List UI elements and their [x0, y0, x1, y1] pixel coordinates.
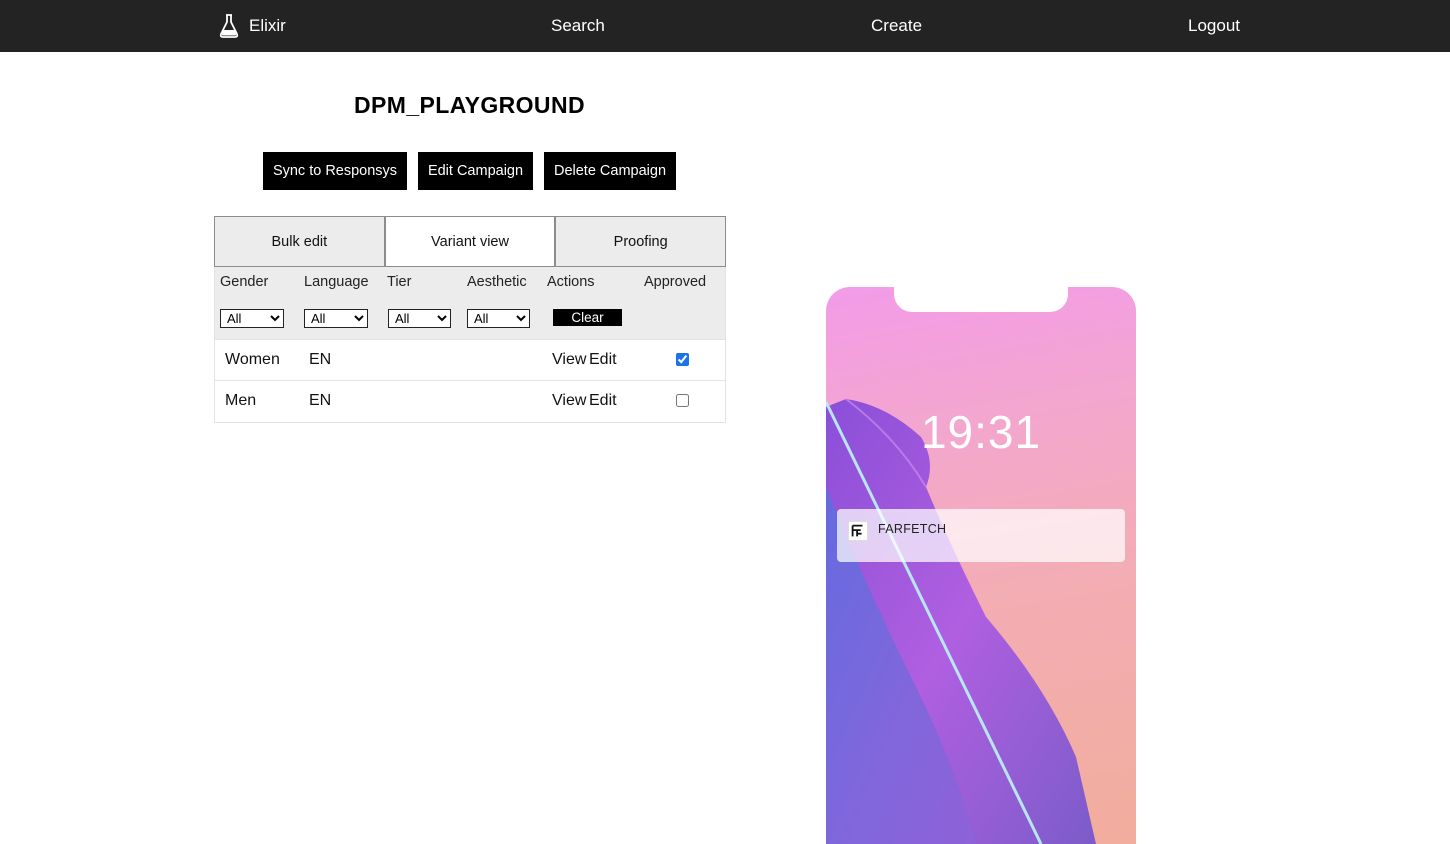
row-gender: Women	[225, 351, 280, 368]
phone-notch	[894, 287, 1068, 312]
edit-campaign-button[interactable]: Edit Campaign	[418, 152, 533, 190]
nav-create-link[interactable]: Create	[871, 0, 922, 52]
edit-link[interactable]: Edit	[589, 340, 617, 380]
row-gender: Men	[225, 392, 257, 409]
column-header-tier: Tier	[387, 274, 412, 290]
phone-preview: 19:31 FARFETCH	[826, 287, 1136, 844]
view-link[interactable]: View	[552, 381, 586, 421]
flask-icon	[219, 14, 239, 38]
brand-link[interactable]: Elixir	[219, 0, 286, 52]
view-tabs: Bulk edit Variant view Proofing	[214, 216, 727, 267]
filter-header: Gender Language Tier Aesthetic Actions A…	[214, 267, 726, 339]
table-row: Women EN View Edit	[214, 339, 726, 381]
table-row: Men EN View Edit	[214, 381, 726, 423]
approved-checkbox[interactable]	[676, 353, 689, 366]
lockscreen-clock: 19:31	[920, 406, 1042, 458]
language-filter-select[interactable]: All	[304, 309, 368, 328]
brand-label: Elixir	[249, 16, 286, 35]
column-header-gender: Gender	[220, 274, 269, 290]
column-header-approved: Approved	[644, 274, 707, 290]
notification-app-name: FARFETCH	[878, 522, 947, 536]
tab-variant-view[interactable]: Variant view	[384, 216, 556, 267]
campaign-title: DPM_PLAYGROUND	[354, 92, 585, 118]
sync-to-responsys-button[interactable]: Sync to Responsys	[263, 152, 407, 190]
top-nav: Elixir Search Create Logout	[0, 0, 1450, 52]
push-notification: FARFETCH	[837, 509, 1125, 562]
column-header-actions: Actions	[547, 274, 595, 290]
delete-campaign-button[interactable]: Delete Campaign	[544, 152, 676, 190]
edit-link[interactable]: Edit	[589, 381, 617, 421]
column-header-aesthetic: Aesthetic	[467, 274, 527, 290]
nav-search-link[interactable]: Search	[551, 0, 605, 52]
farfetch-logo-icon	[848, 521, 868, 541]
row-language: EN	[309, 392, 332, 409]
nav-logout-link[interactable]: Logout	[1188, 0, 1240, 52]
tab-bulk-edit[interactable]: Bulk edit	[214, 216, 385, 267]
leaf-wallpaper-image	[826, 398, 1096, 844]
aesthetic-filter-select[interactable]: All	[467, 309, 530, 328]
tier-filter-select[interactable]: All	[388, 309, 451, 328]
clear-filters-button[interactable]: Clear	[553, 309, 622, 326]
row-language: EN	[309, 351, 332, 368]
tab-proofing[interactable]: Proofing	[555, 216, 727, 267]
gender-filter-select[interactable]: All	[220, 309, 284, 328]
approved-checkbox[interactable]	[676, 394, 689, 407]
view-link[interactable]: View	[552, 340, 586, 380]
column-header-language: Language	[304, 274, 369, 290]
